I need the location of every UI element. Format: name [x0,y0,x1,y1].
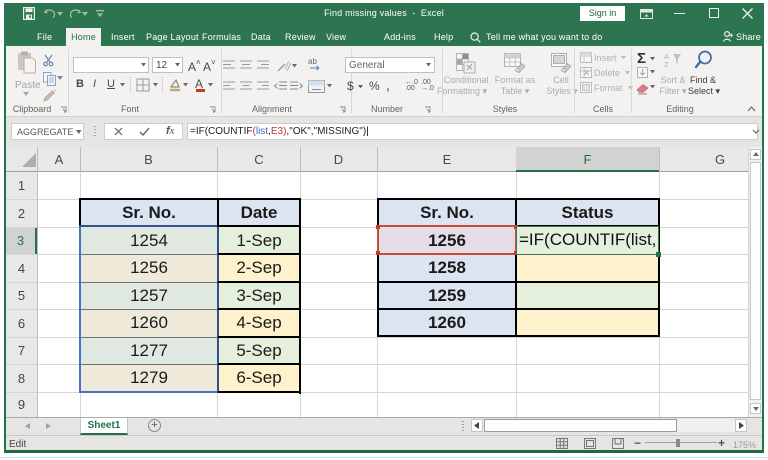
svg-text:ab: ab [308,57,317,66]
svg-text:Z: Z [664,60,669,69]
